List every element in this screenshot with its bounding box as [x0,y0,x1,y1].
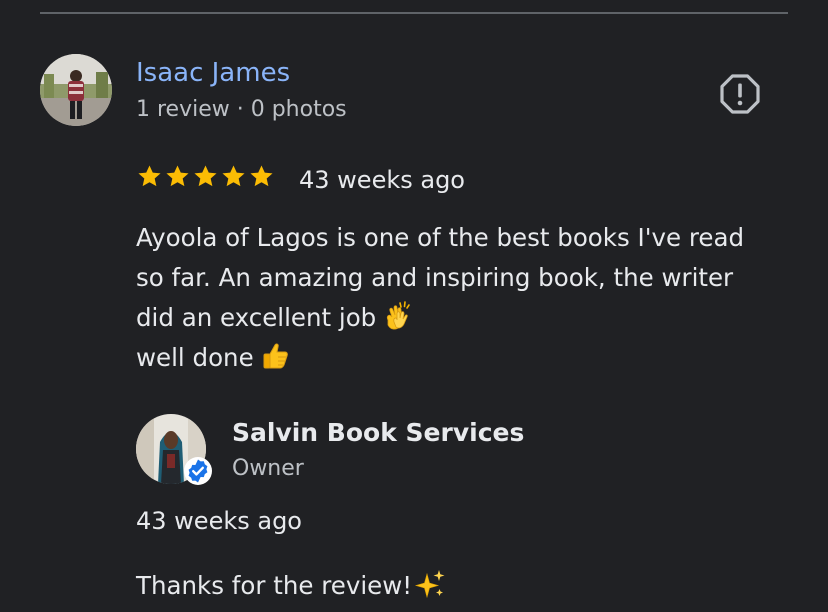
reply-text-content: Thanks for the review! [136,571,413,600]
reply-text: Thanks for the review! [136,568,446,603]
star-icon [138,165,161,187]
reviewer-meta: 1 review · 0 photos [136,97,347,122]
owner-avatar[interactable] [136,414,212,486]
report-button[interactable] [718,72,762,116]
review-text-line: did an excellent job [136,298,796,338]
star-icon [222,165,245,187]
thumbs-up-emoji [263,343,288,369]
review-text-line: Ayoola of Lagos is one of the best books… [136,223,745,252]
star-rating [136,163,275,193]
report-alert-icon [720,74,760,114]
review-text: Ayoola of Lagos is one of the best books… [136,218,796,378]
reviewer-avatar[interactable] [40,54,112,126]
review-card: Isaac James 1 review · 0 photos 43 weeks… [0,0,828,612]
reviewer-name[interactable]: Isaac James [136,57,290,89]
review-text-line: well done [136,338,796,378]
review-text-line: so far. An amazing and inspiring book, t… [136,263,734,292]
divider [40,12,788,14]
star-icon [194,165,217,187]
owner-role: Owner [232,456,304,481]
review-text-segment: did an excellent job [136,303,377,332]
review-time: 43 weeks ago [299,166,465,194]
verified-badge-icon [184,457,212,485]
clapping-hands-emoji [387,301,411,330]
reply-time: 43 weeks ago [136,507,302,535]
star-icon [166,165,189,187]
owner-name[interactable]: Salvin Book Services [232,417,524,449]
sparkles-emoji [415,570,445,599]
star-icon [250,165,273,187]
review-text-segment: well done [136,343,254,372]
